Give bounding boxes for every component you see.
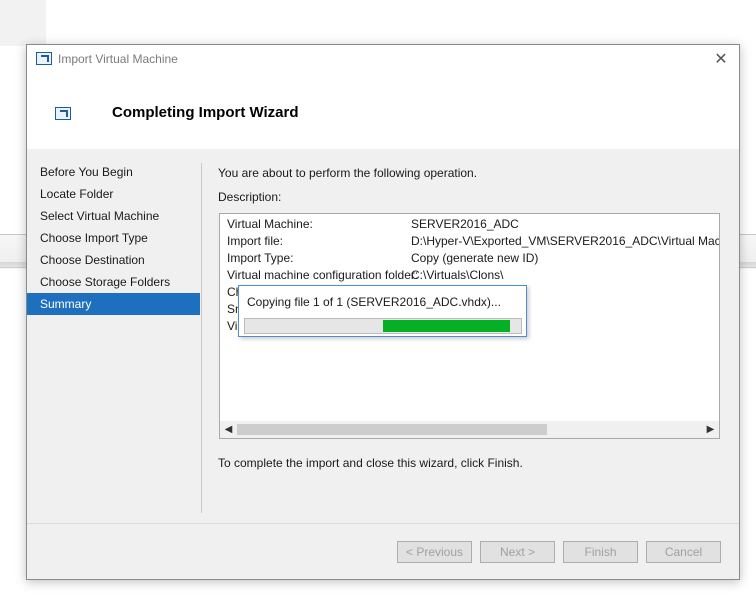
nav-item-choose-storage-folders[interactable]: Choose Storage Folders bbox=[27, 271, 200, 293]
copy-progress-bar bbox=[244, 318, 522, 334]
horizontal-scrollbar[interactable]: ◀ ▶ bbox=[220, 421, 719, 438]
copy-progress-popup: Copying file 1 of 1 (SERVER2016_ADC.vhdx… bbox=[238, 285, 527, 337]
page-title: Completing Import Wizard bbox=[112, 104, 299, 121]
summary-value: D:\Hyper-V\Exported_VM\SERVER2016_ADC\Vi… bbox=[411, 234, 719, 248]
summary-value: Copy (generate new ID) bbox=[411, 251, 539, 265]
summary-value: SERVER2016_ADC bbox=[411, 217, 519, 231]
hyperv-import-icon bbox=[36, 52, 52, 65]
cancel-button[interactable]: Cancel bbox=[646, 541, 721, 563]
summary-key: Virtual Machine: bbox=[227, 217, 313, 231]
description-label: Description: bbox=[218, 190, 282, 204]
wizard-header: Completing Import Wizard bbox=[27, 73, 739, 149]
footer-divider bbox=[27, 523, 739, 524]
finish-button[interactable]: Finish bbox=[563, 541, 638, 563]
nav-divider bbox=[201, 163, 202, 513]
wizard-steps-nav: Before You Begin Locate Folder Select Vi… bbox=[27, 161, 200, 315]
scroll-thumb[interactable] bbox=[237, 424, 547, 435]
desktop-panel bbox=[0, 0, 46, 46]
import-vm-dialog: Import Virtual Machine ✕ Completing Impo… bbox=[26, 44, 740, 580]
finish-instructions: To complete the import and close this wi… bbox=[218, 456, 523, 470]
import-wizard-icon bbox=[55, 107, 71, 120]
next-button[interactable]: Next > bbox=[480, 541, 555, 563]
nav-item-choose-destination[interactable]: Choose Destination bbox=[27, 249, 200, 271]
nav-item-before-you-begin[interactable]: Before You Begin bbox=[27, 161, 200, 183]
previous-button[interactable]: < Previous bbox=[397, 541, 472, 563]
copy-progress-fill bbox=[383, 320, 510, 332]
nav-item-choose-import-type[interactable]: Choose Import Type bbox=[27, 227, 200, 249]
window-title: Import Virtual Machine bbox=[58, 52, 178, 66]
summary-key: Import Type: bbox=[227, 251, 294, 265]
nav-item-select-virtual-machine[interactable]: Select Virtual Machine bbox=[27, 205, 200, 227]
scroll-right-icon[interactable]: ▶ bbox=[702, 421, 719, 438]
title-bar: Import Virtual Machine ✕ bbox=[27, 45, 739, 73]
summary-key: Virtual machine configuration folder: bbox=[227, 268, 419, 282]
summary-value: C:\Virtuals\Clons\ bbox=[411, 268, 504, 282]
intro-text: You are about to perform the following o… bbox=[218, 166, 478, 180]
copy-progress-text: Copying file 1 of 1 (SERVER2016_ADC.vhdx… bbox=[247, 295, 501, 309]
summary-key: Import file: bbox=[227, 234, 284, 248]
close-button[interactable]: ✕ bbox=[709, 48, 733, 70]
nav-item-summary[interactable]: Summary bbox=[27, 293, 200, 315]
scroll-left-icon[interactable]: ◀ bbox=[220, 421, 237, 438]
nav-item-locate-folder[interactable]: Locate Folder bbox=[27, 183, 200, 205]
